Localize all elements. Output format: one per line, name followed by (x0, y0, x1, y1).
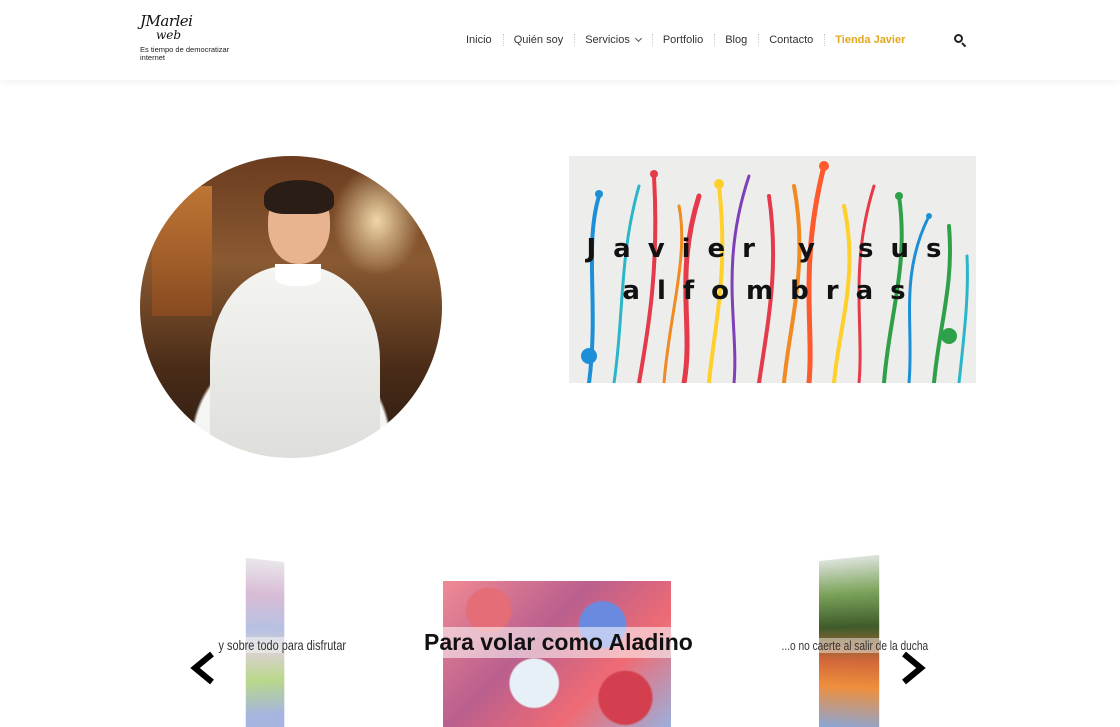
hero-banner: Javier y sus alfombras (569, 156, 976, 383)
photo-light (332, 166, 422, 276)
carousel-next-button[interactable] (896, 651, 930, 685)
banner-title-line1: Javier y sus (586, 234, 959, 264)
nav-label: Quién soy (513, 34, 564, 46)
chevron-right-icon (902, 651, 926, 685)
banner-title-line2: alfombras (622, 276, 923, 306)
photo-window (152, 186, 212, 316)
nav-item-inicio[interactable]: Inicio (455, 32, 503, 48)
nav-label: Contacto (769, 34, 814, 46)
nav-label: Tienda Javier (835, 34, 906, 46)
logo-tagline: Es tiempo de democratizar internet (140, 45, 230, 62)
nav-item-portfolio[interactable]: Portfolio (651, 32, 714, 48)
site-header: JMarlei web Es tiempo de democratizar in… (0, 0, 1120, 80)
logo-script: JMarlei (140, 12, 193, 30)
nav-item-quien-soy[interactable]: Quién soy (502, 32, 575, 48)
search-icon-handle (961, 42, 967, 48)
carousel-prev-button[interactable] (186, 651, 220, 685)
nav-item-blog[interactable]: Blog (714, 32, 758, 48)
nav-label: Inicio (466, 34, 492, 46)
chevron-down-icon (634, 34, 642, 43)
photo-hair (264, 180, 334, 214)
banner-title: Javier y sus alfombras (569, 228, 976, 312)
rug-carousel: y sobre todo para disfrutar Para volar c… (180, 555, 940, 727)
main-nav: Inicio Quién soy Servicios Portfolio Blo… (455, 32, 916, 48)
nav-label: Servicios (585, 34, 630, 46)
nav-label: Blog (725, 34, 748, 46)
carousel-caption-center: Para volar como Aladino (422, 627, 695, 658)
nav-item-servicios[interactable]: Servicios (574, 32, 652, 48)
nav-item-contacto[interactable]: Contacto (758, 32, 824, 48)
site-logo[interactable]: JMarlei web Es tiempo de democratizar in… (140, 14, 250, 66)
photo-shirt (210, 266, 380, 458)
nav-label: Portfolio (662, 34, 704, 46)
carousel-caption-left: y sobre todo para disfrutar (217, 637, 348, 653)
profile-photo (140, 156, 442, 458)
nav-item-tienda-javier[interactable]: Tienda Javier (824, 32, 916, 48)
photo-collar (275, 264, 321, 286)
logo-script-web: web (156, 28, 182, 42)
chevron-left-icon (190, 651, 214, 685)
search-icon[interactable] (954, 34, 967, 48)
